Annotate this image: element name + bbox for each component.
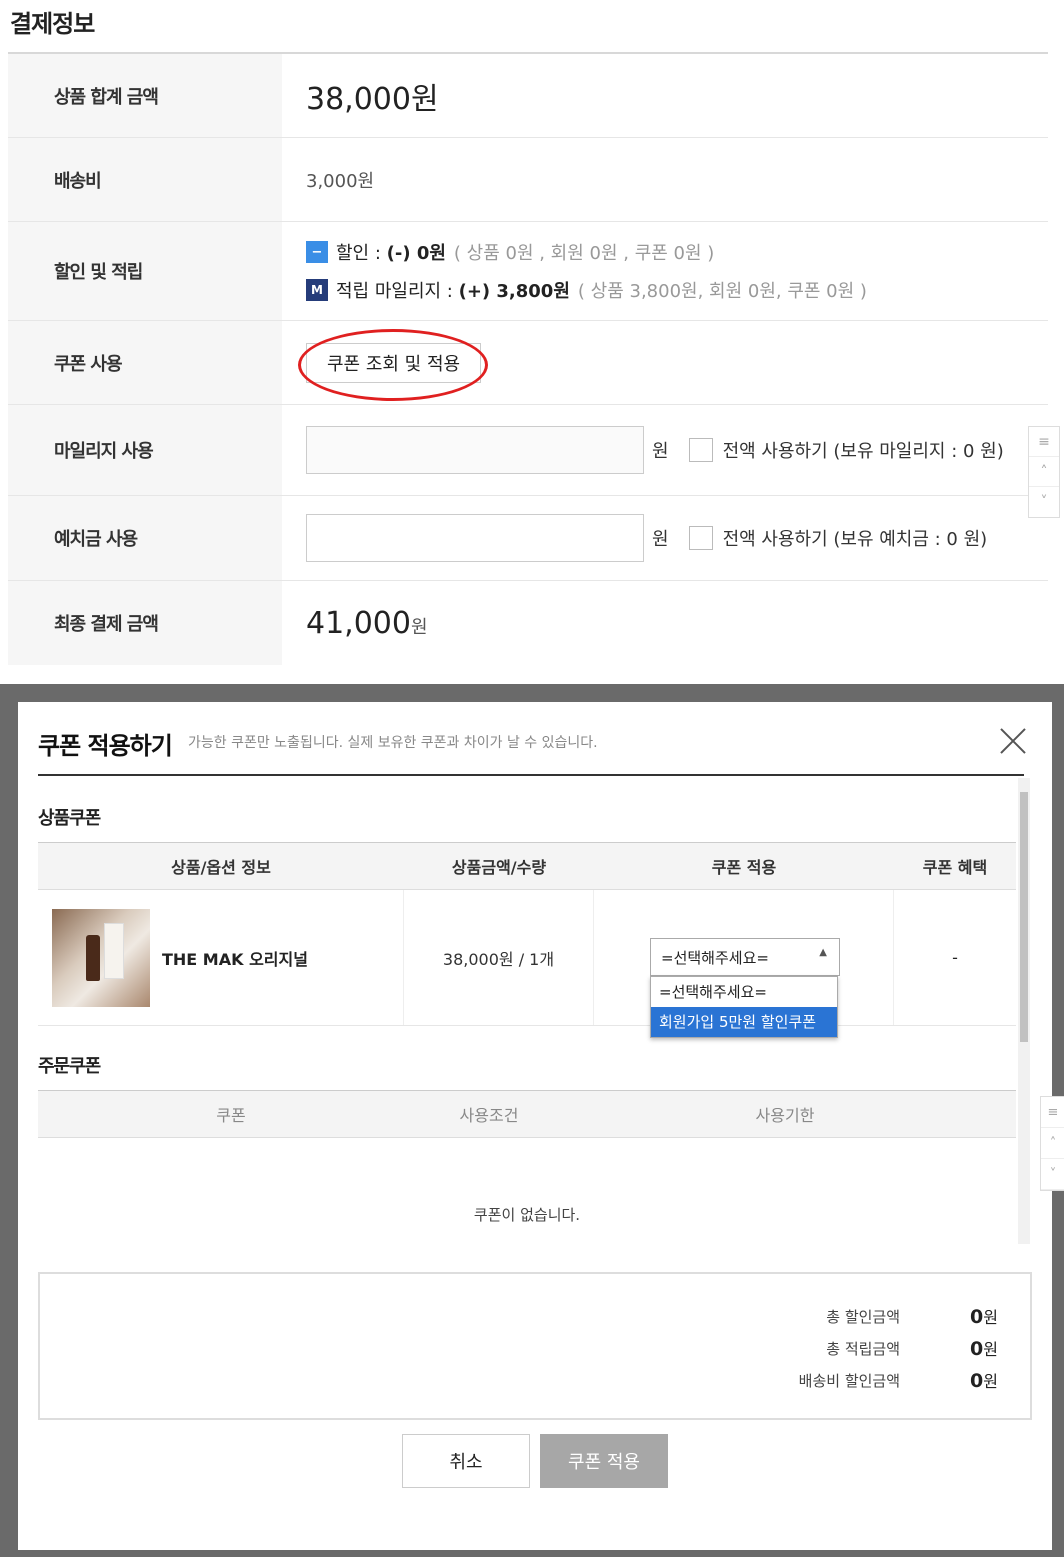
page-title: 결제정보	[10, 10, 95, 38]
summary-row: 총 적립금액 0원	[760, 1336, 998, 1360]
scrollbar[interactable]	[1018, 778, 1030, 1244]
mileage-use-label: 마일리지 사용	[8, 405, 282, 495]
side-nav-2: ≡ ˄ ˅	[1040, 1096, 1064, 1191]
minus-icon: −	[306, 241, 328, 263]
coupon-modal: 쿠폰 적용하기 가능한 쿠폰만 노출됩니다. 실제 보유한 쿠폰과 차이가 날 …	[18, 702, 1052, 1550]
discount-prefix: 할인 :	[336, 243, 387, 264]
modal-divider	[38, 774, 1024, 776]
deposit-all-checkbox[interactable]	[688, 526, 713, 550]
col-product-info: 상품/옵션 정보	[171, 858, 271, 877]
summary-box: 총 할인금액 0원 총 적립금액 0원 배송비 할인금액 0원	[38, 1272, 1032, 1420]
product-image	[52, 908, 150, 1007]
product-coupon-header: 상품/옵션 정보 상품금액/수량 쿠폰 적용 쿠폰 혜택	[38, 842, 1016, 890]
modal-subtitle: 가능한 쿠폰만 노출됩니다. 실제 보유한 쿠폰과 차이가 날 수 있습니다.	[188, 735, 598, 751]
scroll-up-icon[interactable]: ˄	[1041, 1128, 1064, 1159]
col-price-qty: 상품금액/수량	[451, 858, 547, 877]
total-discount-unit: 원	[983, 1308, 998, 1327]
coupon-row: 쿠폰 사용 쿠폰 조회 및 적용	[8, 321, 1048, 405]
total-mileage-value: 0	[970, 1338, 984, 1360]
payment-table: 상품 합계 금액 38,000원 배송비 3,000원 할인 및 적립 − 할인…	[8, 52, 1048, 665]
table-row: THE MAK 오리지널 38,000원 / 1개 -	[38, 890, 1016, 1026]
col-condition: 사용조건	[459, 1106, 519, 1125]
total-mileage-unit: 원	[983, 1340, 998, 1359]
col-coupon-benefit: 쿠폰 혜택	[922, 858, 988, 877]
dropdown-option-selected[interactable]: 회원가입 5만원 할인쿠폰	[651, 1007, 837, 1037]
menu-icon[interactable]: ≡	[1029, 427, 1059, 457]
total-discount-value: 0	[970, 1306, 984, 1328]
order-coupon-title: 주문쿠폰	[38, 1056, 101, 1077]
bottle-shape	[86, 934, 100, 981]
subtotal-label: 상품 합계 금액	[8, 54, 282, 137]
close-icon[interactable]	[998, 726, 1028, 756]
col-coupon: 쿠폰	[216, 1106, 246, 1125]
mileage-unit: 원	[652, 441, 669, 462]
col-coupon-apply: 쿠폰 적용	[711, 858, 777, 877]
coupon-lookup-button[interactable]: 쿠폰 조회 및 적용	[306, 342, 482, 383]
price-qty: 38,000원 / 1개	[442, 949, 555, 969]
shipping-discount-label: 배송비 할인금액	[798, 1371, 901, 1390]
dropdown-option[interactable]: =선택해주세요=	[651, 977, 837, 1007]
final-unit: 원	[410, 616, 428, 638]
chevron-up-icon: ▲	[819, 947, 827, 958]
mileage-detail: ( 상품 3,800원, 회원 0원, 쿠폰 0원 )	[577, 281, 867, 302]
mileage-line: M 적립 마일리지 : (+) 3,800원 ( 상품 3,800원, 회원 0…	[306, 277, 867, 303]
coupon-dropdown: =선택해주세요= 회원가입 5만원 할인쿠폰	[650, 976, 838, 1038]
menu-icon[interactable]: ≡	[1041, 1097, 1064, 1128]
product-coupon-title: 상품쿠폰	[38, 808, 101, 829]
coupon-benefit: -	[952, 948, 958, 967]
shipping-value: 3,000원	[306, 170, 375, 192]
deposit-unit: 원	[652, 529, 669, 550]
col-expiry: 사용기한	[755, 1106, 815, 1125]
final-value: 41,000	[306, 605, 411, 641]
shipping-discount-value: 0	[970, 1370, 984, 1392]
mileage-use-row: 마일리지 사용 원 전액 사용하기 (보유 마일리지 : 0 원)	[8, 405, 1048, 496]
deposit-input[interactable]	[306, 514, 644, 562]
cancel-button[interactable]: 취소	[402, 1434, 530, 1488]
shipping-row: 배송비 3,000원	[8, 138, 1048, 222]
summary-row: 총 할인금액 0원	[760, 1304, 998, 1328]
side-nav: ≡ ˄ ˅	[1028, 426, 1060, 518]
discount-line: − 할인 : (-) 0원 ( 상품 0원 , 회원 0원 , 쿠폰 0원 )	[306, 239, 867, 265]
total-mileage-label: 총 적립금액	[826, 1339, 901, 1358]
product-name: THE MAK 오리지널	[162, 949, 308, 969]
deposit-all-label: 전액 사용하기 (보유 예치금 : 0 원)	[722, 529, 988, 550]
mileage-icon: M	[306, 279, 328, 301]
scrollbar-thumb[interactable]	[1020, 792, 1028, 1042]
deposit-use-row: 예치금 사용 원 전액 사용하기 (보유 예치금 : 0 원)	[8, 496, 1048, 581]
coupon-label: 쿠폰 사용	[8, 321, 282, 404]
mileage-all-label: 전액 사용하기 (보유 마일리지 : 0 원)	[722, 441, 1004, 462]
summary-row: 배송비 할인금액 0원	[760, 1368, 998, 1392]
shipping-label: 배송비	[8, 138, 282, 221]
scroll-up-icon[interactable]: ˄	[1029, 457, 1059, 487]
discount-amount: (-) 0원	[386, 243, 446, 264]
mileage-amount: (+) 3,800원	[458, 281, 570, 302]
discount-detail: ( 상품 0원 , 회원 0원 , 쿠폰 0원 )	[453, 243, 715, 264]
mileage-prefix: 적립 마일리지 :	[336, 281, 459, 302]
empty-message: 쿠폰이 없습니다.	[473, 1206, 581, 1224]
subtotal-row: 상품 합계 금액 38,000원	[8, 54, 1048, 138]
discount-label: 할인 및 적립	[8, 222, 282, 320]
discount-row: 할인 및 적립 − 할인 : (-) 0원 ( 상품 0원 , 회원 0원 , …	[8, 222, 1048, 321]
apply-coupon-button[interactable]: 쿠폰 적용	[540, 1434, 668, 1488]
order-coupon-header: 쿠폰 사용조건 사용기한	[38, 1090, 1016, 1138]
coupon-select-value: =선택해주세요=	[661, 948, 769, 967]
box-shape	[104, 922, 124, 979]
final-label: 최종 결제 금액	[8, 581, 282, 665]
total-discount-label: 총 할인금액	[826, 1307, 901, 1326]
modal-title: 쿠폰 적용하기	[38, 732, 173, 760]
coupon-select[interactable]: =선택해주세요= ▲	[650, 938, 840, 976]
mileage-all-checkbox[interactable]	[688, 438, 713, 462]
modal-body: 상품쿠폰 상품/옵션 정보 상품금액/수량 쿠폰 적용 쿠폰 혜택 THE MA…	[38, 778, 1030, 1244]
subtotal-value: 38,000원	[306, 81, 439, 117]
deposit-use-label: 예치금 사용	[8, 496, 282, 580]
scroll-down-icon[interactable]: ˅	[1041, 1159, 1064, 1190]
shipping-discount-unit: 원	[983, 1372, 998, 1391]
final-row: 최종 결제 금액 41,000원	[8, 581, 1048, 665]
scroll-down-icon[interactable]: ˅	[1029, 487, 1059, 517]
mileage-input[interactable]	[306, 426, 644, 474]
